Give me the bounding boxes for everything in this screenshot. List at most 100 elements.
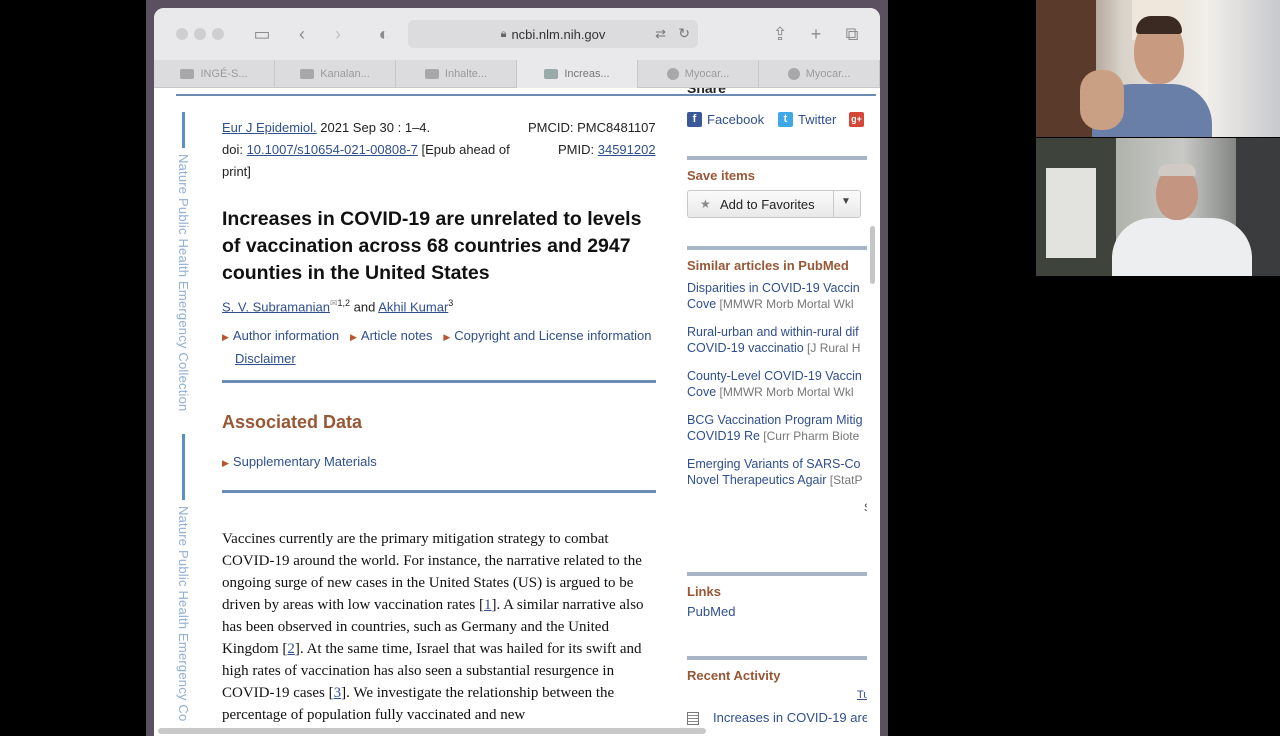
pmid-link[interactable]: 34591202 [598,142,656,157]
video-participant-2 [1036,138,1280,276]
journal-link[interactable]: Eur J Epidemiol. [222,120,317,135]
links-heading: Links [687,584,721,599]
collection-label: Nature Public Health Emergency Co [176,506,191,722]
author-list: S. V. Subramanian✉1,2 and Akhil Kumar3 [222,298,454,315]
google-plus-icon: g+ [849,112,864,127]
tab-active[interactable]: Increas... [517,60,638,88]
participant-figure [1112,218,1252,276]
similar-articles-heading: Similar articles in PubMed [687,258,849,273]
rail-divider [182,434,185,500]
doi-link[interactable]: 10.1007/s10654-021-00808-7 [247,142,418,157]
epub-note: print] [222,164,251,179]
star-icon: ★ [700,197,711,211]
document-icon [687,712,699,725]
twitter-share[interactable]: t Twitter [778,112,836,127]
tab-bar: INGÉ-S... Kanalan... Inhalte... Increas.… [154,60,880,88]
pmid-line: PMID: 34591202 [558,142,656,157]
similar-article-link[interactable]: Emerging Variants of SARS-Co Novel Thera… [687,456,867,488]
article-notes-link[interactable]: Article notes [361,328,433,343]
lock-icon: 🔒︎ [500,27,507,40]
browser-content-frame: ▭ ‹ › ◐ 🔒︎ ncbi.nlm.nih.gov ⇄ ↻ ⇪ + ⧉ IN… [154,8,880,736]
section-divider [687,572,867,576]
close-window-button[interactable] [176,28,188,40]
twitter-icon: t [778,112,793,127]
browser-toolbar: ▭ ‹ › ◐ 🔒︎ ncbi.nlm.nih.gov ⇄ ↻ ⇪ + ⧉ [154,8,880,60]
sidebar-toggle-icon[interactable]: ▭ [250,22,274,46]
supplementary-materials: ▶ Supplementary Materials [222,454,377,469]
similar-article-link[interactable]: Disparities in COVID-19 Vaccin Cove [MMW… [687,280,867,312]
tab[interactable]: Kanalan... [275,60,396,88]
disclaimer-link[interactable]: Disclaimer [235,351,296,366]
section-divider [222,380,656,383]
citation-line: Eur J Epidemiol. 2021 Sep 30 : 1–4. [222,120,430,135]
recent-activity-heading: Recent Activity [687,668,781,683]
pubmed-link[interactable]: PubMed [687,604,735,619]
forward-icon[interactable]: › [326,22,350,46]
add-to-favorites-button[interactable]: ★ Add to Favorites ▼ [687,190,861,218]
back-icon[interactable]: ‹ [290,22,314,46]
address-bar[interactable]: 🔒︎ ncbi.nlm.nih.gov ⇄ ↻ [408,20,698,48]
google-plus-share[interactable]: g+ [849,112,867,127]
tab[interactable]: INGÉ-S... [154,60,275,88]
pub-date: 2021 Sep 30 : 1–4. [316,120,431,135]
youtube-favicon-icon [180,69,195,79]
section-divider [222,490,656,493]
new-tab-icon[interactable]: + [804,22,828,46]
section-divider [687,246,867,250]
article-title: Increases in COVID-19 are unrelated to l… [222,208,642,284]
rail-divider [182,112,185,148]
reference-link[interactable]: 1 [484,597,492,613]
section-divider [687,656,867,660]
turn-off-link[interactable]: Tu [857,689,867,701]
facebook-icon: f [687,112,702,127]
pmcid: PMCID: PMC8481107 [528,120,656,135]
video-participant-1 [1036,0,1280,137]
share-icon[interactable]: ⇪ [768,22,792,46]
zoom-window-button[interactable] [212,28,224,40]
dropdown-arrow-icon[interactable]: ▼ [841,196,851,207]
ncbi-favicon-icon [544,69,559,79]
minimize-window-button[interactable] [194,28,206,40]
page-favicon-icon [666,68,679,80]
facebook-share[interactable]: f Facebook [687,112,764,127]
expand-triangle-icon: ▶ [350,332,357,342]
section-divider [687,156,867,160]
supplementary-link[interactable]: Supplementary Materials [233,454,377,469]
article-body: Vaccines currently are the primary mitig… [222,531,644,723]
translate-icon[interactable]: ⇄ [655,26,666,42]
url-text: ncbi.nlm.nih.gov [511,26,606,42]
browser-window: ▭ ‹ › ◐ 🔒︎ ncbi.nlm.nih.gov ⇄ ↻ ⇪ + ⧉ IN… [146,0,888,736]
vertical-scrollbar[interactable] [870,226,875,284]
privacy-shield-icon[interactable]: ◐ [372,22,396,46]
youtube-favicon-icon [424,69,439,79]
tab[interactable]: Myocar... [759,60,880,88]
expand-triangle-icon: ▶ [222,458,229,468]
reload-icon[interactable]: ↻ [678,25,690,42]
doi-line: doi: 10.1007/s10654-021-00808-7 [Epub ah… [222,142,510,157]
expand-triangle-icon: ▶ [222,332,229,342]
associated-data-heading: Associated Data [222,412,363,432]
save-items-heading: Save items [687,168,755,183]
collection-label: Nature Public Health Emergency Collectio… [176,154,191,412]
right-sidebar: Share f Facebook t Twitter g+ Save items ★… [687,88,867,736]
tab[interactable]: Inhalte... [396,60,517,88]
horizontal-scrollbar[interactable] [158,728,706,734]
author-link[interactable]: S. V. Subramanian [222,299,330,314]
collection-rail: Nature Public Health Emergency Collectio… [154,88,214,736]
author-link[interactable]: Akhil Kumar [378,299,448,314]
page-favicon-icon [787,68,800,80]
info-links: ▶ Author information ▶ Article notes ▶ Copy… [222,328,652,366]
web-page: Nature Public Health Emergency Collectio… [154,88,880,736]
similar-article-link[interactable]: Rural-urban and within-rural dif COVID-1… [687,324,867,356]
recent-activity-item[interactable]: Increases in COVID-19 are [713,710,867,725]
tab[interactable]: Myocar... [638,60,759,88]
similar-article-link[interactable]: County-Level COVID-19 Vaccin Cove [MMWR … [687,368,867,400]
author-information-link[interactable]: Author information [233,328,339,343]
expand-triangle-icon: ▶ [443,332,451,342]
tab-overview-icon[interactable]: ⧉ [840,22,864,46]
see-reviews-link[interactable]: S [864,502,867,514]
similar-article-link[interactable]: BCG Vaccination Program Mitig COVID19 Re… [687,412,867,444]
copyright-link[interactable]: Copyright and License information [454,328,651,343]
youtube-favicon-icon [300,69,315,79]
reference-link[interactable]: 2 [287,641,295,657]
